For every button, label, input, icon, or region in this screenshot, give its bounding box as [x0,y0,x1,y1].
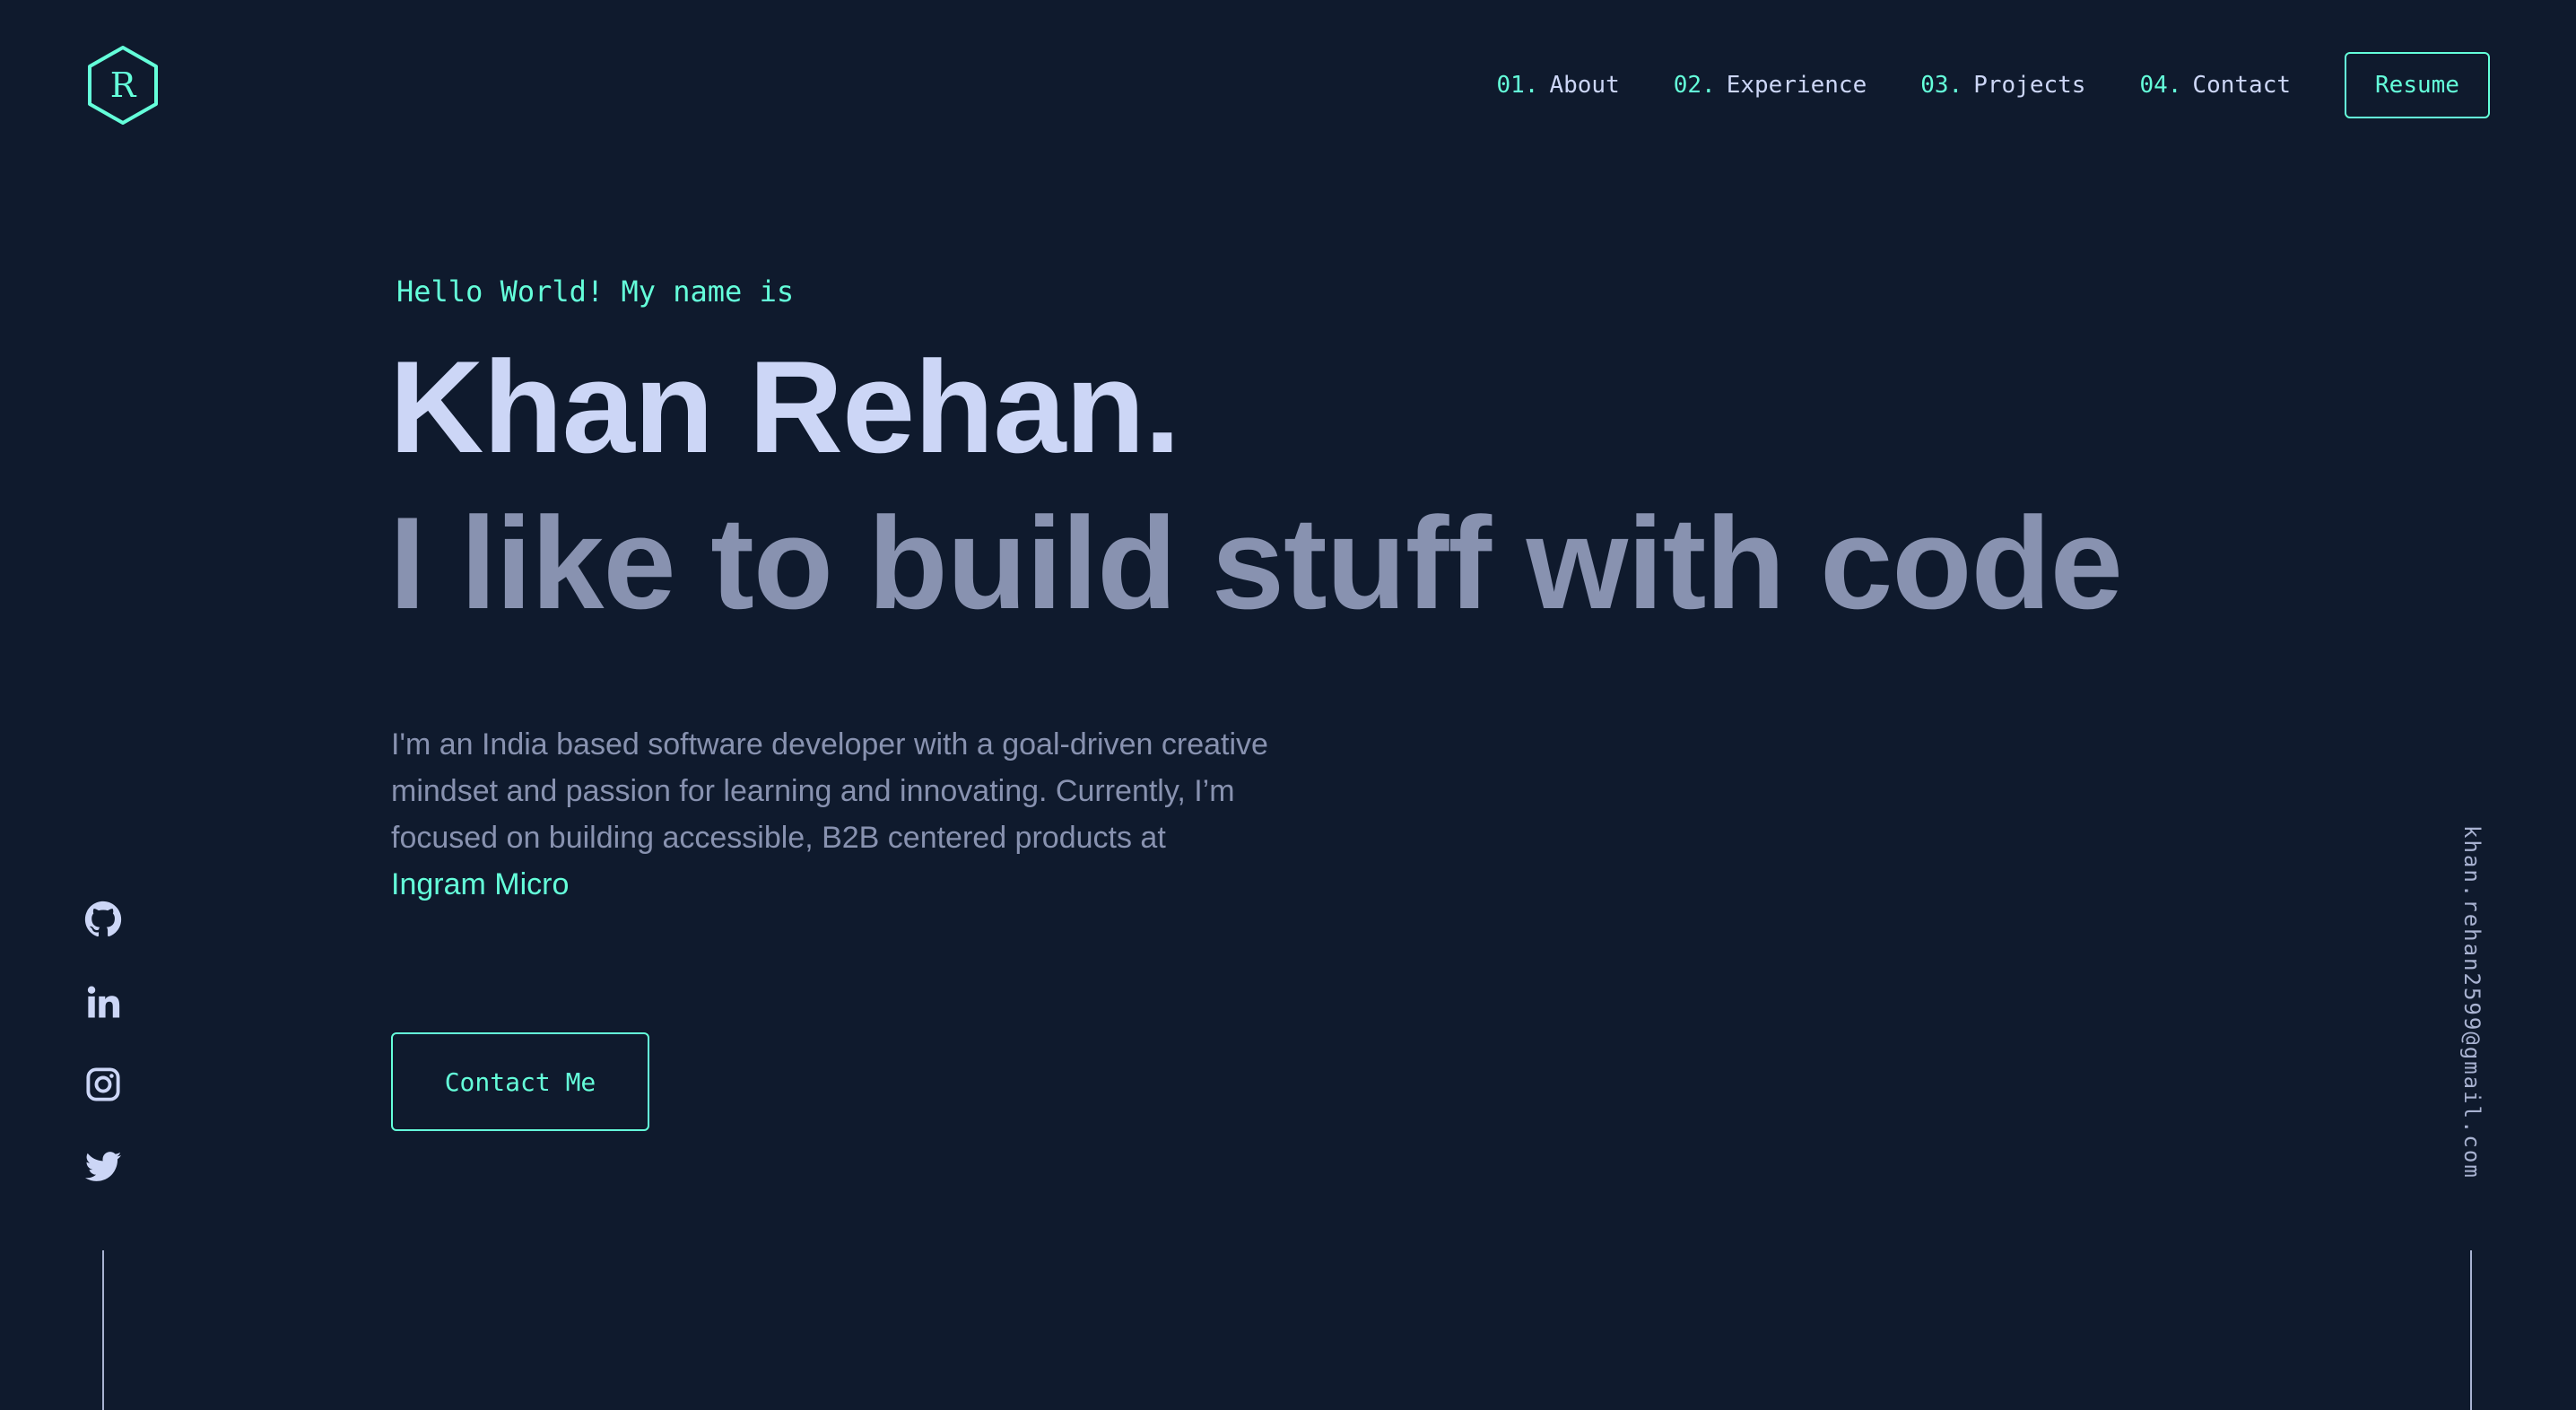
logo-letter: R [109,65,136,105]
nav-label: Experience [1726,72,1867,99]
nav-number: 04. [2139,72,2182,99]
hero-name: Khan Rehan. [389,334,1180,480]
bio-text: I'm an India based software developer wi… [391,727,1268,855]
hero-tagline: I like to build stuff with code [389,490,2123,636]
linkedin-icon[interactable] [84,983,122,1021]
contact-me-button[interactable]: Contact Me [391,1032,649,1131]
twitter-icon[interactable] [84,1148,122,1186]
instagram-icon[interactable] [84,1066,122,1103]
main-nav: 01. About 02. Experience 03. Projects 04. Co… [1496,50,2490,120]
greeting-text: Hello World! My name is [396,274,795,309]
nav-contact[interactable]: 04. Contact [2139,72,2291,99]
nav-number: 02. [1673,72,1716,99]
nav-number: 03. [1920,72,1963,99]
nav-about[interactable]: 01. About [1496,72,1619,99]
nav-label: Contact [2192,72,2291,99]
hero-bio: I'm an India based software developer wi… [391,721,1342,908]
github-icon[interactable] [84,901,122,938]
social-links [81,901,126,1231]
employer-link[interactable]: Ingram Micro [391,861,1342,908]
left-divider-line [102,1250,104,1410]
resume-button[interactable]: Resume [2345,52,2490,118]
right-divider-line [2470,1250,2472,1410]
email-link[interactable]: khan.rehan2599@gmail.com [2459,825,2485,1179]
nav-projects[interactable]: 03. Projects [1920,72,2085,99]
nav-number: 01. [1496,72,1539,99]
logo[interactable]: R [86,45,160,126]
nav-experience[interactable]: 02. Experience [1674,72,1867,99]
nav-label: Projects [1973,72,2086,99]
nav-label: About [1549,72,1620,99]
